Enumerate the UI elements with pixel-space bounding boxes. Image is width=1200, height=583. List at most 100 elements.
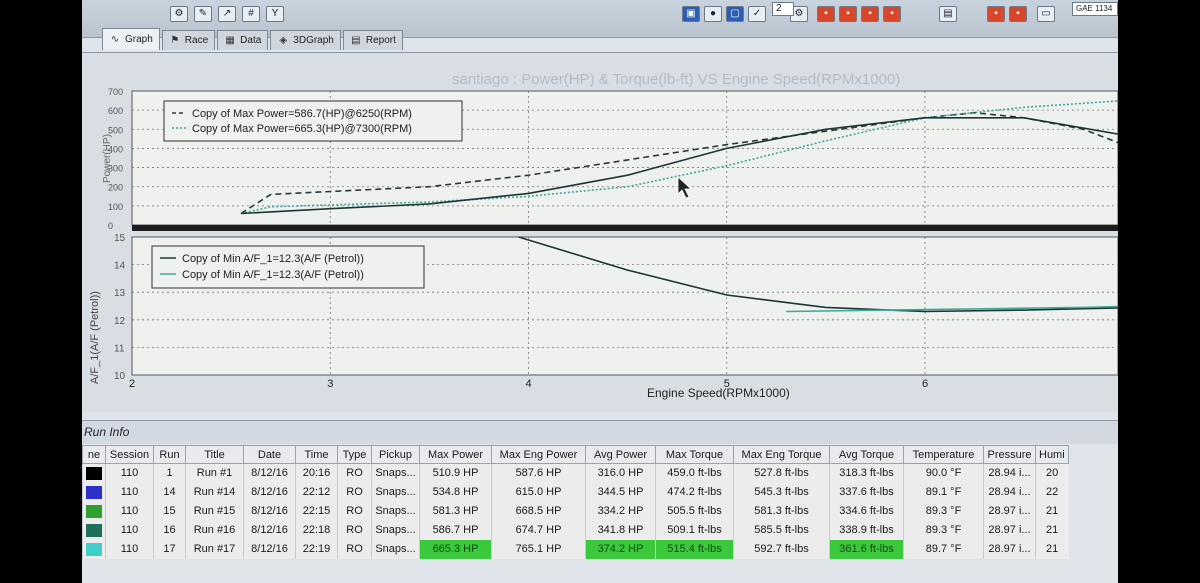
color-swatch (86, 466, 102, 480)
tab-graph-label: Graph (125, 34, 153, 45)
toolbar-red-5-icon[interactable]: ▪ (987, 6, 1005, 22)
cell-avg-power: 316.0 HP (585, 463, 656, 483)
cell-run: 17 (153, 539, 186, 559)
run-color-swatch (82, 501, 106, 521)
color-swatch (86, 542, 102, 556)
run-color-swatch (82, 520, 106, 540)
cell-max-torque: 509.1 ft-lbs (655, 520, 734, 540)
cell-type: RO (337, 539, 372, 559)
toolbar-red-1-icon[interactable]: ▪ (817, 6, 835, 22)
cell-run: 14 (153, 482, 186, 502)
af-y-tick: 14 (114, 261, 126, 272)
tab-race[interactable]: ⚑ Race (161, 30, 216, 50)
cell-pickup: Snaps... (371, 520, 420, 540)
cell-max-eng-torque: 581.3 ft-lbs (733, 501, 830, 521)
tab-3dgraph[interactable]: ◈ 3DGraph (270, 30, 341, 50)
cell-pressure: 28.94 i... (983, 482, 1036, 502)
column-header-2[interactable]: Run (153, 445, 186, 464)
column-header-7[interactable]: Pickup (371, 445, 420, 464)
cell-run: 1 (153, 463, 186, 483)
column-header-8[interactable]: Max Power (419, 445, 492, 464)
column-header-0[interactable]: ne (82, 445, 106, 464)
cell-avg-torque: 318.3 ft-lbs (829, 463, 904, 483)
toolbar-check-icon[interactable]: ✓ (748, 6, 766, 22)
x-tick: 4 (525, 378, 531, 390)
toolbar-window-icon[interactable]: ▢ (726, 6, 744, 22)
column-header-11[interactable]: Max Torque (655, 445, 734, 464)
toolbar-grid-icon[interactable]: # (242, 6, 260, 22)
report-icon: ▤ (351, 35, 361, 46)
toolbar-red-6-icon[interactable]: ▪ (1009, 6, 1027, 22)
run-color-swatch (82, 539, 106, 559)
column-header-4[interactable]: Date (243, 445, 296, 464)
cell-max-eng-power: 674.7 HP (491, 520, 586, 540)
toolbar-arrow-icon[interactable]: ↗ (218, 6, 236, 22)
cell-title: Run #16 (185, 520, 244, 540)
column-header-16[interactable]: Humi (1035, 445, 1069, 464)
table-row[interactable]: 110 15 Run #15 8/12/16 22:15 RO Snaps... 581.3 … (82, 501, 1069, 521)
cell-date: 8/12/16 (243, 539, 296, 559)
toolbar-red-2-icon[interactable]: ▪ (839, 6, 857, 22)
cell-max-power: 581.3 HP (419, 501, 492, 521)
toolbar-red-4-icon[interactable]: ▪ (883, 6, 901, 22)
x-tick: 3 (327, 378, 333, 390)
toolbar-dot-icon[interactable]: ● (704, 6, 722, 22)
af-legend-item: Copy of Min A/F_1=12.3(A/F (Petrol)) (182, 253, 364, 265)
cell-max-torque: 459.0 ft-lbs (655, 463, 734, 483)
af-y-label: A/F_1(A/F (Petrol)) (89, 291, 101, 384)
tab-data[interactable]: ▦ Data (217, 30, 269, 50)
column-header-6[interactable]: Type (337, 445, 372, 464)
cell-pressure: 28.97 i... (983, 520, 1036, 540)
run-info-table: ne Session Run Title Date Time Type Pickup Max P… (82, 445, 1069, 559)
cell-title: Run #14 (185, 482, 244, 502)
toolbar-pen-icon[interactable]: ✎ (194, 6, 212, 22)
column-header-13[interactable]: Avg Torque (829, 445, 904, 464)
column-header-5[interactable]: Time (295, 445, 338, 464)
power-y-tick: 600 (108, 106, 123, 116)
table-row[interactable]: 110 16 Run #16 8/12/16 22:18 RO Snaps... 586.7 … (82, 520, 1069, 540)
table-row[interactable]: 110 1 Run #1 8/12/16 20:16 RO Snaps... 510.9 HP… (82, 463, 1069, 483)
toolbar-box-icon[interactable]: ▭ (1037, 6, 1055, 22)
column-header-9[interactable]: Max Eng Power (491, 445, 586, 464)
cell-type: RO (337, 501, 372, 521)
cell-avg-torque: 337.6 ft-lbs (829, 482, 904, 502)
page-number-box[interactable]: 2 (772, 2, 794, 16)
cell-pickup: Snaps... (371, 482, 420, 502)
cell-avg-power: 344.5 HP (585, 482, 656, 502)
column-header-12[interactable]: Max Eng Torque (733, 445, 830, 464)
cell-session: 110 (105, 463, 154, 483)
column-header-14[interactable]: Temperature (903, 445, 984, 464)
column-header-3[interactable]: Title (185, 445, 244, 464)
run-table-header: ne Session Run Title Date Time Type Pickup Max P… (82, 445, 1069, 464)
power-y-tick: 500 (108, 125, 123, 135)
column-header-15[interactable]: Pressure (983, 445, 1036, 464)
af-legend-item: Copy of Min A/F_1=12.3(A/F (Petrol)) (182, 269, 364, 281)
toolbar-chart-icon[interactable]: ▤ (939, 6, 957, 22)
cell-title: Run #15 (185, 501, 244, 521)
cell-time: 22:12 (295, 482, 338, 502)
toolbar-filter-icon[interactable]: Y (266, 6, 284, 22)
graph-icon: ∿ (110, 34, 120, 45)
toolbar-tool-icon[interactable]: ⚙ (170, 6, 188, 22)
toolbar-red-3-icon[interactable]: ▪ (861, 6, 879, 22)
x-tick: 2 (129, 378, 135, 390)
table-row[interactable]: 110 17 Run #17 8/12/16 22:19 RO Snaps... 665.3 … (82, 539, 1069, 559)
table-row[interactable]: 110 14 Run #14 8/12/16 22:12 RO Snaps... 534.8 … (82, 482, 1069, 502)
cell-max-eng-power: 587.6 HP (491, 463, 586, 483)
tab-graph[interactable]: ∿ Graph (102, 28, 160, 50)
toolbar-chip-icon[interactable]: ▣ (682, 6, 700, 22)
tab-report[interactable]: ▤ Report (342, 30, 403, 50)
cell-avg-torque: 338.9 ft-lbs (829, 520, 904, 540)
power-y-tick: 100 (108, 202, 123, 212)
cell-avg-power: 374.2 HP (585, 539, 656, 559)
cell-temperature: 89.3 °F (903, 501, 984, 521)
chart-panel: santiago : Power(HP) & Torque(lb-ft) VS … (82, 52, 1118, 412)
power-legend (163, 100, 463, 142)
power-y-label: Power(HP) (102, 134, 113, 183)
column-header-1[interactable]: Session (105, 445, 154, 464)
cell-temperature: 90.0 °F (903, 463, 984, 483)
cell-pressure: 28.97 i... (983, 501, 1036, 521)
dyno-app-window: ⚙ ✎ ↗ # Y ▣ ● ▢ ✓ ⚙ 2 ▪ ▪ ▪ ▪ ▤ ▪ ▪ ▭ GA… (82, 0, 1118, 583)
cell-avg-power: 341.8 HP (585, 520, 656, 540)
column-header-10[interactable]: Avg Power (585, 445, 656, 464)
